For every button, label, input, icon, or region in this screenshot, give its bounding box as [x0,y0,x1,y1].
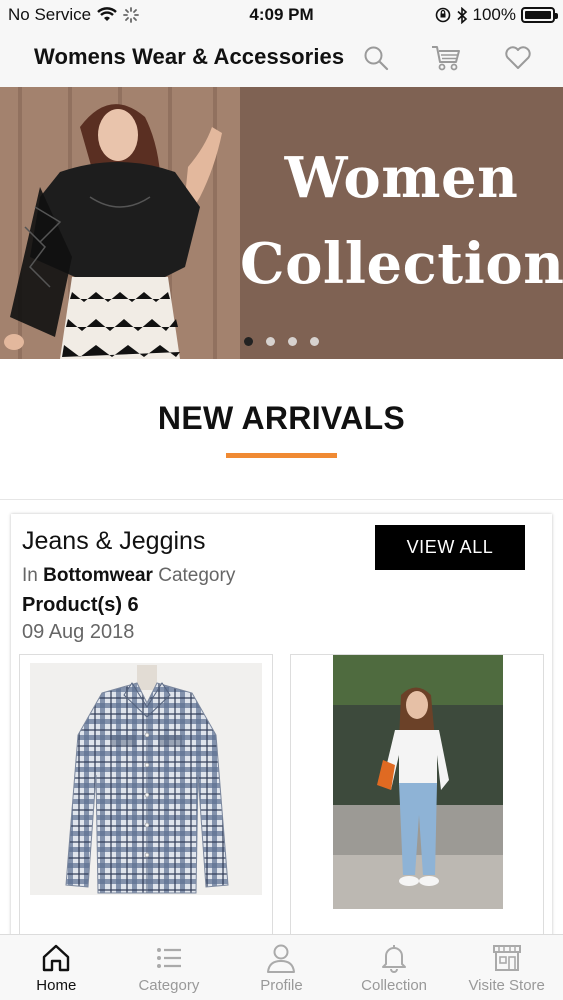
battery-icon [521,7,558,23]
carousel-dot[interactable] [266,337,275,346]
carousel-dot[interactable] [288,337,297,346]
product-image [30,663,262,895]
tab-bar: Home Category Profile Collection Visite … [0,934,563,1000]
orientation-lock-icon [435,7,450,23]
bluetooth-icon [456,6,467,24]
list-icon [156,948,181,968]
app-header: Womens Wear & Accessories [0,30,563,87]
tab-category[interactable]: Category [113,935,226,1000]
store-icon [492,945,521,971]
card-date: 09 Aug 2018 [22,621,135,643]
product-tile[interactable] [290,654,544,954]
home-icon [43,944,70,972]
banner-title-line2: Collection [240,231,563,297]
tab-profile[interactable]: Profile [225,935,338,1000]
card-category-line: In Bottomwear Category [22,565,235,587]
app-title: Womens Wear & Accessories [34,44,345,69]
banner-title: Women Collection [240,135,563,307]
view-all-button[interactable]: VIEW ALL [375,525,525,570]
heart-icon[interactable] [502,42,534,74]
tab-label: Profile [260,977,303,994]
status-bar: No Service 4:09 PM 100% [0,0,563,30]
tab-label: Category [138,977,200,994]
category-name: Bottomwear [43,565,153,586]
tab-label: Collection [361,977,428,994]
tab-home[interactable]: Home [0,935,113,1000]
product-image [333,655,503,909]
person-icon [267,944,296,973]
product-tile[interactable] [19,654,273,954]
section-underline [226,453,337,458]
tab-visit-store[interactable]: Visite Store [450,935,563,1000]
category-card[interactable]: Jeans & Jeggins In Bottomwear Category P… [11,514,552,954]
search-icon[interactable] [360,42,392,74]
banner-model-image [0,87,240,359]
tab-collection[interactable]: Collection [338,935,451,1000]
tab-label: Visite Store [468,977,545,994]
tab-label: Home [36,977,77,994]
carousel-dots [244,337,319,346]
carousel-dot[interactable] [310,337,319,346]
product-count: Product(s) 6 [22,594,139,616]
carousel-dot[interactable] [244,337,253,346]
category-suffix: Category [158,565,236,586]
bell-icon [382,945,407,973]
section-title: NEW ARRIVALS [157,400,406,436]
divider [0,499,563,500]
category-prefix: In [22,565,38,586]
banner-title-line1: Women [284,145,519,211]
card-title: Jeans & Jeggins [22,527,206,555]
cart-icon[interactable] [430,42,462,74]
battery-percent: 100% [472,5,516,24]
hero-banner[interactable]: Women Collection [0,87,563,359]
